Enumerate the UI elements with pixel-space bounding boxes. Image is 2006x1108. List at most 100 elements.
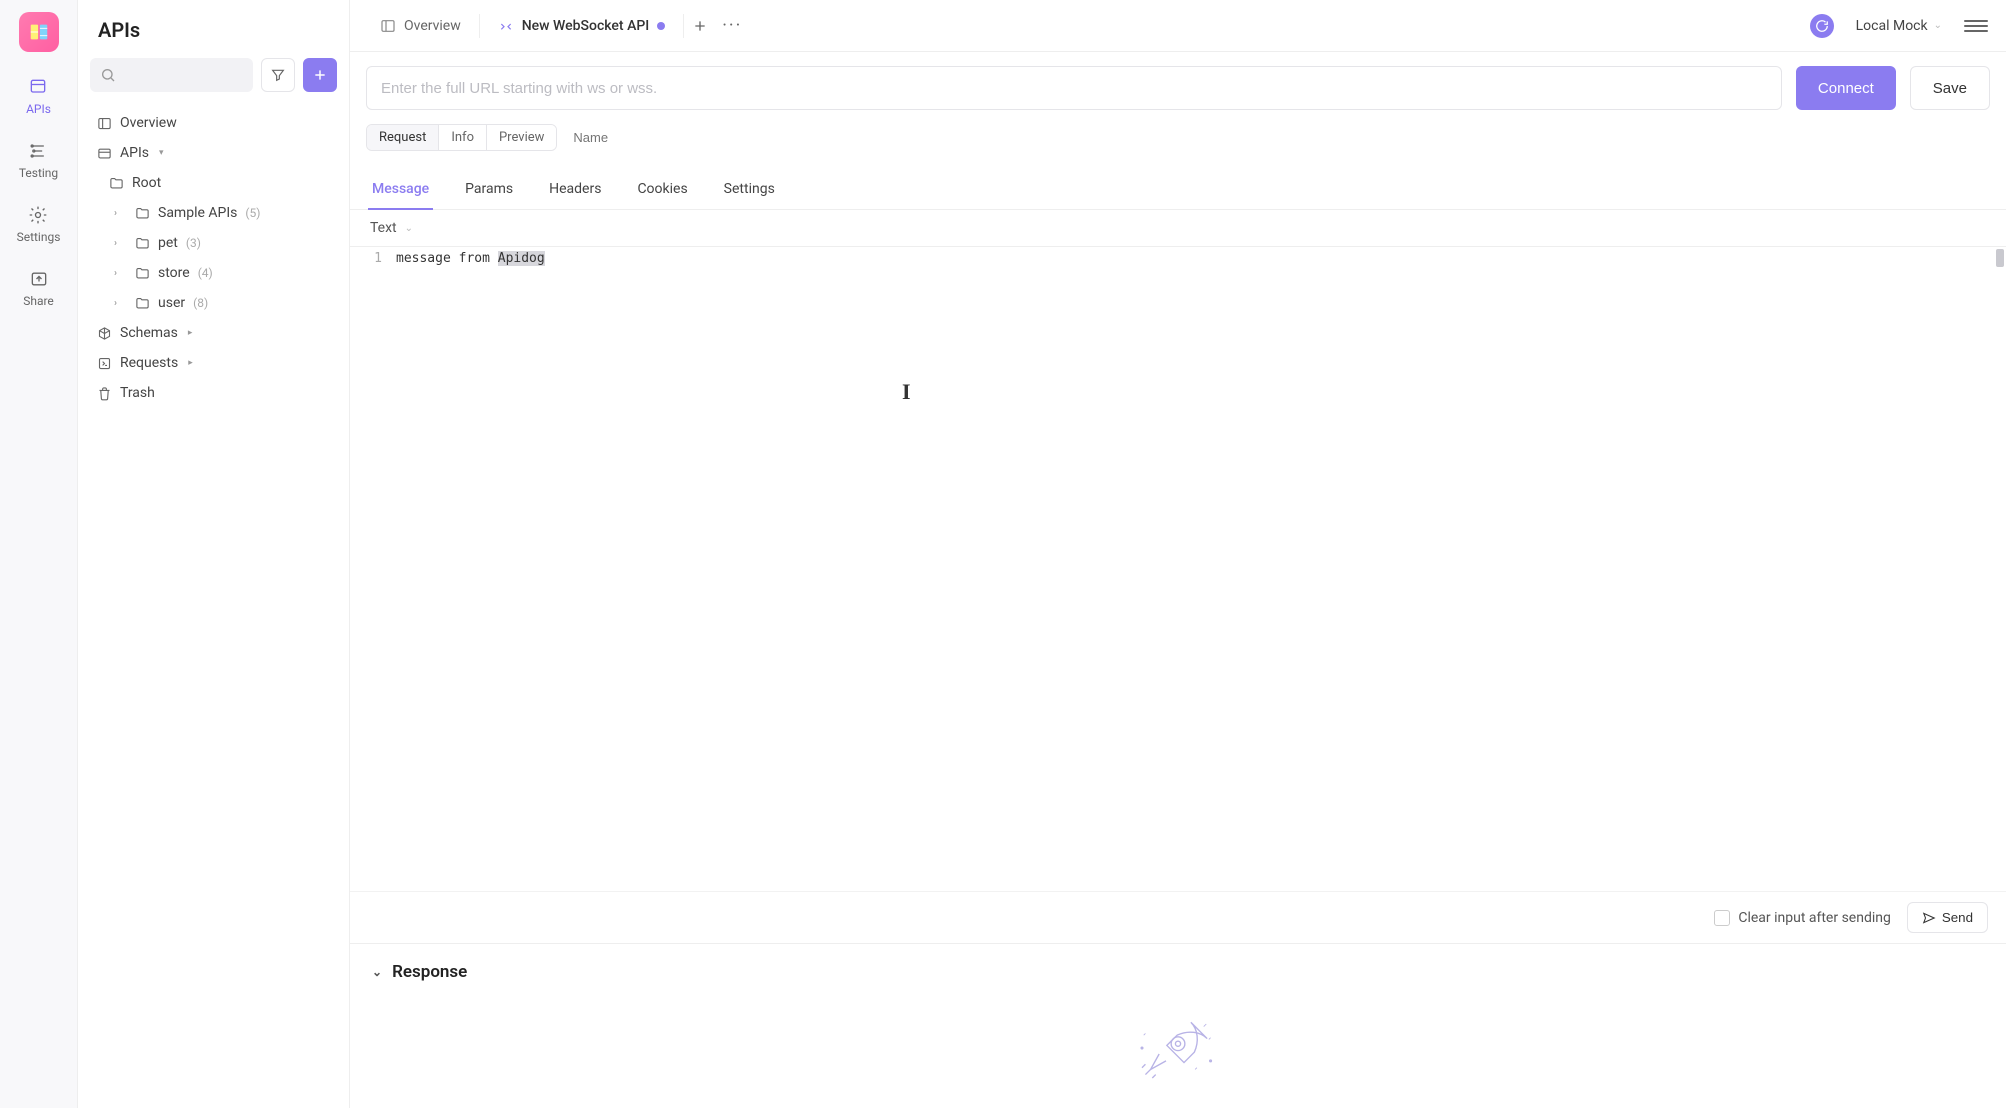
- tree-folder-user[interactable]: › user (8): [90, 288, 337, 318]
- send-label: Send: [1942, 910, 1973, 925]
- share-icon: [28, 268, 50, 290]
- testing-icon: [27, 140, 49, 162]
- chevron-down-icon: ⌄: [372, 965, 382, 979]
- cube-icon: [96, 326, 112, 341]
- apis-icon: [27, 76, 49, 98]
- main-area: Overview New WebSocket API ··· Local Moc…: [350, 0, 2006, 1108]
- response-header[interactable]: ⌄ Response: [372, 962, 1984, 982]
- app-logo: [19, 12, 59, 52]
- tree-label: Root: [132, 175, 161, 191]
- name-input[interactable]: [567, 126, 687, 149]
- scrollbar-thumb[interactable]: [1996, 249, 2004, 267]
- subtab-cookies[interactable]: Cookies: [633, 173, 691, 209]
- response-title: Response: [392, 962, 467, 982]
- checkbox-icon: [1714, 910, 1730, 926]
- tree-label: Schemas: [120, 325, 178, 341]
- code-highlight: Apidog: [498, 251, 545, 266]
- tree-count: (3): [186, 236, 201, 250]
- clear-checkbox[interactable]: Clear input after sending: [1714, 910, 1891, 926]
- hamburger-menu[interactable]: [1964, 20, 1988, 32]
- rail-item-apis[interactable]: APIs: [26, 76, 51, 116]
- caret-icon: ▸: [188, 328, 193, 338]
- tab-label: Overview: [404, 18, 461, 34]
- folder-icon: [108, 176, 124, 191]
- rocket-icon: [1118, 998, 1238, 1098]
- tab-websocket[interactable]: New WebSocket API: [480, 0, 684, 51]
- tree-folder-store[interactable]: › store (4): [90, 258, 337, 288]
- tree-label: store: [158, 265, 190, 281]
- line-gutter: 1: [350, 247, 390, 891]
- tree-trash[interactable]: Trash: [90, 378, 337, 408]
- api-icon: [96, 146, 112, 161]
- tree-overview[interactable]: Overview: [90, 108, 337, 138]
- message-editor[interactable]: 1 message from Apidog I: [350, 246, 2006, 891]
- url-input[interactable]: [366, 66, 1782, 110]
- tree-label: Requests: [120, 355, 178, 371]
- format-label: Text: [370, 220, 397, 236]
- tab-overview[interactable]: Overview: [362, 0, 479, 51]
- seg-info[interactable]: Info: [439, 125, 487, 150]
- websocket-icon: [498, 18, 514, 34]
- connect-button[interactable]: Connect: [1796, 66, 1896, 110]
- plus-icon: [312, 67, 328, 83]
- environment-selector[interactable]: Local Mock ⌄: [1846, 14, 1952, 38]
- view-segment: Request Info Preview: [366, 124, 557, 151]
- tree-requests[interactable]: Requests ▸: [90, 348, 337, 378]
- subtab-settings[interactable]: Settings: [720, 173, 779, 209]
- rail-item-testing[interactable]: Testing: [19, 140, 58, 180]
- send-button[interactable]: Send: [1907, 902, 1988, 933]
- tree-label: Sample APIs: [158, 205, 237, 221]
- response-panel: ⌄ Response: [350, 943, 2006, 1108]
- rail-label: Testing: [19, 166, 58, 180]
- rail-item-share[interactable]: Share: [23, 268, 54, 308]
- subtab-params[interactable]: Params: [461, 173, 517, 209]
- send-icon: [1922, 911, 1936, 925]
- chevron-icon: ›: [114, 298, 126, 309]
- tree-count: (5): [245, 206, 260, 220]
- subtab-message[interactable]: Message: [368, 173, 433, 209]
- tree-count: (8): [193, 296, 208, 310]
- sidebar-search[interactable]: [90, 58, 253, 92]
- plus-icon: [692, 18, 708, 34]
- rail-item-settings[interactable]: Settings: [17, 204, 61, 244]
- trash-icon: [96, 386, 112, 401]
- sidebar-title: APIs: [78, 0, 349, 50]
- subtab-headers[interactable]: Headers: [545, 173, 605, 209]
- tree-label: Trash: [120, 385, 155, 401]
- view-segment-row: Request Info Preview: [350, 124, 2006, 151]
- rail-label: Share: [23, 294, 54, 308]
- left-rail: APIs Testing Settings Share: [0, 0, 78, 1108]
- checkbox-label: Clear input after sending: [1738, 910, 1891, 926]
- tree-root[interactable]: Root: [90, 168, 337, 198]
- add-button[interactable]: [303, 58, 337, 92]
- add-tab-button[interactable]: [684, 10, 716, 42]
- folder-icon: [134, 296, 150, 311]
- chevron-icon: ›: [114, 208, 126, 219]
- url-row: Connect Save: [350, 52, 2006, 124]
- seg-preview[interactable]: Preview: [487, 125, 556, 150]
- filter-button[interactable]: [261, 58, 295, 92]
- format-selector[interactable]: Text ⌄: [350, 210, 2006, 246]
- search-icon: [100, 67, 116, 83]
- more-tabs-button[interactable]: ···: [716, 10, 748, 42]
- request-tabs: Message Params Headers Cookies Settings: [350, 161, 2006, 210]
- tab-bar: Overview New WebSocket API ··· Local Moc…: [350, 0, 2006, 52]
- tree-apis[interactable]: APIs ▾: [90, 138, 337, 168]
- tree-schemas[interactable]: Schemas ▸: [90, 318, 337, 348]
- tree-count: (4): [198, 266, 213, 280]
- save-button[interactable]: Save: [1910, 66, 1990, 110]
- editor-footer: Clear input after sending Send: [350, 891, 2006, 943]
- panel-icon: [380, 18, 396, 34]
- caret-icon: ▸: [188, 358, 193, 368]
- request-icon: [96, 356, 112, 371]
- folder-icon: [134, 266, 150, 281]
- tree-label: APIs: [120, 145, 149, 161]
- tree-label: pet: [158, 235, 178, 251]
- tree-folder-pet[interactable]: › pet (3): [90, 228, 337, 258]
- seg-request[interactable]: Request: [367, 125, 439, 150]
- tree-folder-sample[interactable]: › Sample APIs (5): [90, 198, 337, 228]
- env-badge-icon[interactable]: [1810, 14, 1834, 38]
- chevron-down-icon: ⌄: [405, 223, 413, 234]
- code-area[interactable]: message from Apidog I: [390, 247, 2006, 891]
- filter-icon: [270, 67, 286, 83]
